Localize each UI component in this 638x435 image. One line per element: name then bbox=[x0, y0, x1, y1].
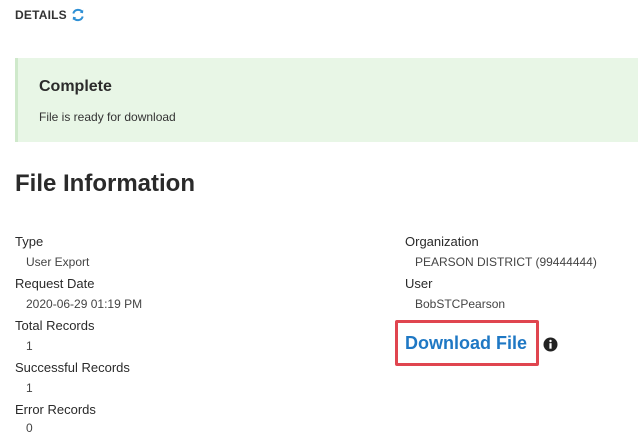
successful-records-label: Successful Records bbox=[15, 360, 130, 375]
download-file-link[interactable]: Download File bbox=[405, 333, 527, 354]
user-label: User bbox=[405, 276, 433, 291]
refresh-icon[interactable] bbox=[71, 8, 85, 22]
error-records-value: 0 bbox=[26, 421, 33, 435]
successful-records-value: 1 bbox=[26, 381, 33, 395]
request-date-label: Request Date bbox=[15, 276, 95, 291]
info-icon[interactable] bbox=[543, 337, 558, 352]
file-details-page: DETAILS Complete File is ready for downl… bbox=[0, 0, 638, 435]
error-records-label: Error Records bbox=[15, 402, 96, 417]
request-date-value: 2020-06-29 01:19 PM bbox=[26, 297, 143, 311]
total-records-value: 1 bbox=[26, 339, 33, 353]
total-records-label: Total Records bbox=[15, 318, 95, 333]
details-header: DETAILS bbox=[15, 8, 85, 22]
type-label: Type bbox=[15, 234, 44, 249]
organization-value: PEARSON DISTRICT (99444444) bbox=[415, 255, 597, 269]
type-value: User Export bbox=[26, 255, 90, 269]
status-alert: Complete File is ready for download bbox=[15, 58, 638, 142]
status-title: Complete bbox=[39, 78, 112, 95]
status-message: File is ready for download bbox=[39, 110, 176, 124]
organization-label: Organization bbox=[405, 234, 479, 249]
section-title: File Information bbox=[15, 170, 195, 197]
user-value: BobSTCPearson bbox=[415, 297, 506, 311]
details-label: DETAILS bbox=[15, 8, 67, 22]
